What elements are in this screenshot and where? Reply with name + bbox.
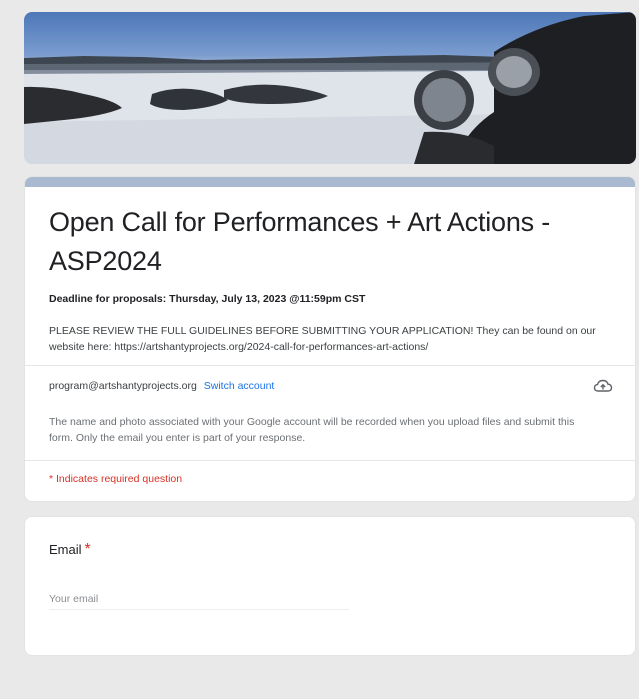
- email-question-label-row: Email *: [49, 541, 611, 559]
- email-label: Email: [49, 542, 82, 557]
- form-container: Open Call for Performances + Art Actions…: [24, 12, 636, 656]
- account-email: program@artshantyprojects.org: [49, 380, 197, 392]
- card-accent-bar: [25, 177, 635, 187]
- email-question-card: Email *: [24, 516, 636, 656]
- account-row: program@artshantyprojects.org Switch acc…: [25, 366, 635, 402]
- email-input[interactable]: [49, 589, 349, 610]
- required-asterisk: *: [84, 541, 91, 558]
- form-page: Open Call for Performances + Art Actions…: [0, 0, 639, 699]
- form-description: PLEASE REVIEW THE FULL GUIDELINES BEFORE…: [49, 325, 596, 353]
- switch-account-link[interactable]: Switch account: [204, 380, 275, 392]
- required-indicator-note: * Indicates required question: [49, 473, 183, 485]
- deadline-text: Deadline for proposals: Thursday, July 1…: [49, 293, 366, 305]
- header-banner-image: [24, 12, 636, 164]
- form-title: Open Call for Performances + Art Actions…: [49, 207, 551, 276]
- banner-photo: [24, 12, 636, 164]
- cloud-upload-icon: [593, 378, 613, 394]
- form-header-card: Open Call for Performances + Art Actions…: [24, 176, 636, 502]
- account-notice: The name and photo associated with your …: [49, 416, 575, 444]
